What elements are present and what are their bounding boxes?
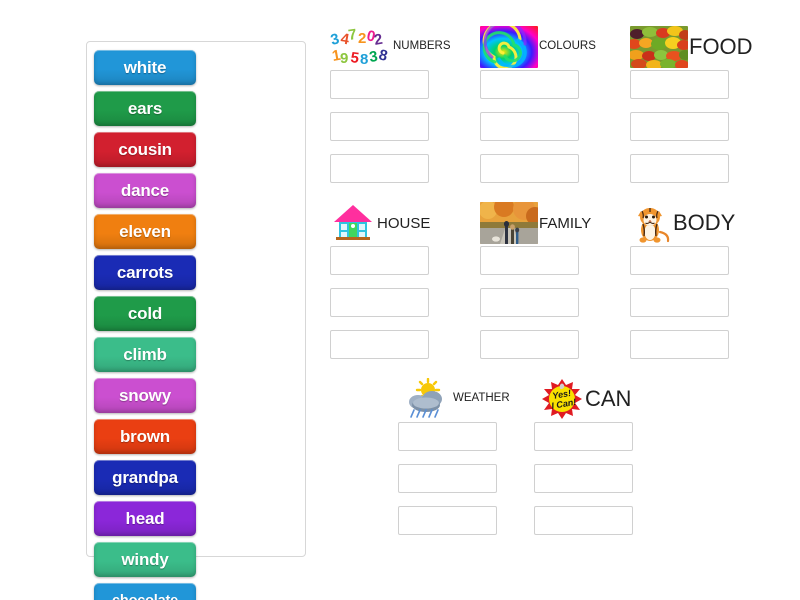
word-tile[interactable]: climb	[94, 337, 196, 372]
drop-zone[interactable]	[480, 246, 579, 275]
category-weather[interactable]: WEATHER	[398, 376, 532, 548]
category-header: COLOURS	[480, 24, 628, 70]
category-label: WEATHER	[453, 392, 510, 405]
drop-zone[interactable]	[480, 70, 579, 99]
numbers-image-icon: 3 4 7 2 0 2 1 9 5 8 3 8	[330, 26, 392, 68]
group-sort-activity: white ears cousin dance eleven carrots c…	[0, 0, 800, 600]
drop-zone[interactable]	[398, 422, 497, 451]
word-tile[interactable]: cold	[94, 296, 196, 331]
word-tile-label: brown	[120, 426, 170, 446]
category-label: BODY	[673, 210, 736, 235]
drop-zone[interactable]	[480, 330, 579, 359]
word-tile[interactable]: brown	[94, 419, 196, 454]
word-tile-label: ears	[127, 98, 163, 118]
word-tile-label: cold	[127, 303, 163, 323]
category-header: HOUSE	[330, 200, 478, 246]
word-tile-label: white	[123, 57, 167, 77]
category-header: Yes! I Can! CAN	[534, 376, 668, 422]
drop-zone[interactable]	[534, 506, 633, 535]
word-tile-label: cousin	[118, 139, 172, 159]
food-image-icon	[630, 26, 688, 68]
drop-zone[interactable]	[330, 70, 429, 99]
word-tile-label: carrots	[116, 262, 174, 282]
drop-zone[interactable]	[330, 112, 429, 141]
category-header: FAMILY	[480, 200, 628, 246]
body-image-icon	[630, 202, 672, 244]
category-row: WEATHER Yes! I Can! CAN	[398, 376, 790, 548]
word-tile[interactable]: cousin	[94, 132, 196, 167]
word-tile-label: head	[125, 508, 165, 528]
word-tile[interactable]: snowy	[94, 378, 196, 413]
category-numbers[interactable]: 3 4 7 2 0 2 1 9 5 8 3 8 NUMBERS	[330, 24, 478, 196]
category-house[interactable]: HOUSE	[330, 200, 478, 372]
category-label: FOOD	[689, 34, 753, 59]
category-header: BODY	[630, 200, 778, 246]
drop-zone[interactable]	[330, 288, 429, 317]
drop-zone[interactable]	[630, 70, 729, 99]
drop-zone[interactable]	[398, 464, 497, 493]
drop-zone[interactable]	[630, 330, 729, 359]
svg-text:2: 2	[358, 30, 366, 47]
drop-zone[interactable]	[398, 506, 497, 535]
category-header: WEATHER	[398, 376, 532, 422]
category-family[interactable]: FAMILY	[480, 200, 628, 372]
category-label: FAMILY	[539, 214, 592, 232]
drop-zone[interactable]	[534, 422, 633, 451]
word-tile[interactable]: ears	[94, 91, 196, 126]
drop-zone[interactable]	[630, 288, 729, 317]
category-row: HOUSE FAMILY BODY	[330, 200, 790, 372]
drop-zone[interactable]	[480, 154, 579, 183]
drop-zone[interactable]	[630, 154, 729, 183]
word-tile[interactable]: chocolate	[94, 583, 196, 600]
word-tile[interactable]: windy	[94, 542, 196, 577]
category-food[interactable]: FOOD	[630, 24, 778, 196]
family-image-icon	[480, 202, 538, 244]
category-label: NUMBERS	[393, 40, 451, 53]
category-colours[interactable]: COLOURS	[480, 24, 628, 196]
word-tile-label: dance	[120, 180, 170, 200]
drop-zone[interactable]	[630, 112, 729, 141]
drop-zone[interactable]	[330, 330, 429, 359]
svg-text:9: 9	[340, 50, 348, 67]
word-tile[interactable]: carrots	[94, 255, 196, 290]
drop-zone[interactable]	[534, 464, 633, 493]
word-tile-tray: white ears cousin dance eleven carrots c…	[86, 41, 306, 600]
can-image-icon: Yes! I Can!	[540, 378, 584, 420]
word-tile[interactable]: eleven	[94, 214, 196, 249]
word-tile-label: grandpa	[112, 467, 178, 487]
category-label: COLOURS	[539, 40, 596, 53]
word-tile[interactable]: white	[94, 50, 196, 85]
category-label: CAN	[585, 386, 632, 411]
category-header: 3 4 7 2 0 2 1 9 5 8 3 8 NUMBERS	[330, 24, 478, 70]
svg-text:8: 8	[360, 51, 368, 68]
word-tile-label: windy	[121, 549, 169, 569]
word-tile-label: snowy	[119, 385, 171, 405]
drop-zone[interactable]	[480, 288, 579, 317]
category-can[interactable]: Yes! I Can! CAN	[534, 376, 668, 548]
category-area: 3 4 7 2 0 2 1 9 5 8 3 8 NUMBERS COLOURS …	[330, 24, 790, 584]
colours-image-icon	[480, 26, 538, 68]
word-tile[interactable]: grandpa	[94, 460, 196, 495]
drop-zone[interactable]	[330, 154, 429, 183]
house-image-icon	[330, 202, 376, 244]
drop-zone[interactable]	[480, 112, 579, 141]
category-row: 3 4 7 2 0 2 1 9 5 8 3 8 NUMBERS COLOURS …	[330, 24, 790, 196]
word-tile-label: chocolate	[112, 593, 178, 600]
category-label: HOUSE	[377, 214, 431, 232]
category-body[interactable]: BODY	[630, 200, 778, 372]
category-header: FOOD	[630, 24, 778, 70]
word-tile-label: eleven	[119, 221, 171, 241]
drop-zone[interactable]	[330, 246, 429, 275]
word-tile-label: climb	[123, 344, 167, 364]
word-tile[interactable]: dance	[94, 173, 196, 208]
word-tile[interactable]: head	[94, 501, 196, 536]
drop-zone[interactable]	[630, 246, 729, 275]
weather-image-icon	[404, 378, 452, 420]
